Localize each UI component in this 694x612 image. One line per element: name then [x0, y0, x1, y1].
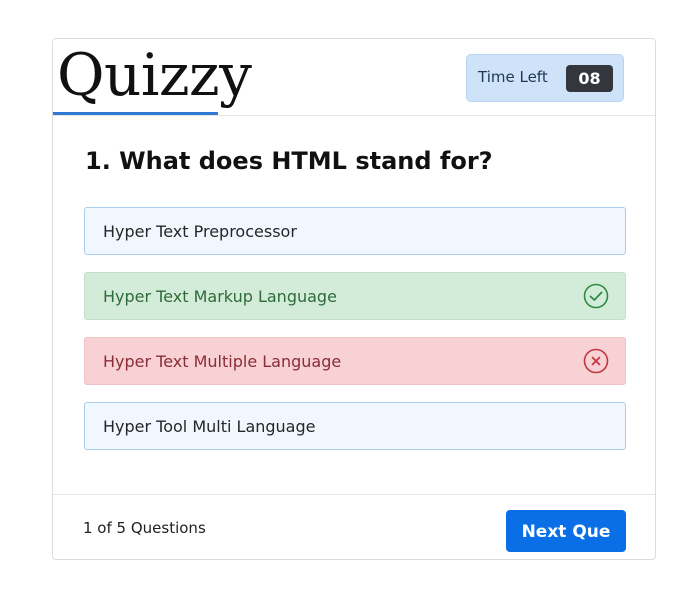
option-1[interactable]: Hyper Text Preprocessor	[84, 207, 626, 255]
question-counter: 1 of 5 Questions	[83, 519, 206, 537]
x-circle-icon	[583, 348, 609, 374]
option-label: Hyper Text Markup Language	[103, 287, 337, 306]
option-2-correct[interactable]: Hyper Text Markup Language	[84, 272, 626, 320]
title-underline	[53, 112, 218, 115]
timer-label: Time Left	[478, 68, 548, 86]
app-title: Quizzy	[57, 41, 252, 109]
next-question-button[interactable]: Next Que	[506, 510, 626, 552]
option-label: Hyper Tool Multi Language	[103, 417, 316, 436]
timer-value: 08	[566, 65, 613, 92]
quiz-footer: 1 of 5 Questions Next Que	[53, 494, 655, 561]
option-label: Hyper Text Multiple Language	[103, 352, 342, 371]
quiz-header: Quizzy Time Left 08	[53, 39, 655, 116]
timer-badge: Time Left 08	[466, 54, 624, 102]
option-4[interactable]: Hyper Tool Multi Language	[84, 402, 626, 450]
option-label: Hyper Text Preprocessor	[103, 222, 297, 241]
quiz-card: Quizzy Time Left 08 1. What does HTML st…	[52, 38, 656, 560]
question-text: 1. What does HTML stand for?	[85, 147, 493, 175]
check-circle-icon	[583, 283, 609, 309]
option-3-incorrect[interactable]: Hyper Text Multiple Language	[84, 337, 626, 385]
